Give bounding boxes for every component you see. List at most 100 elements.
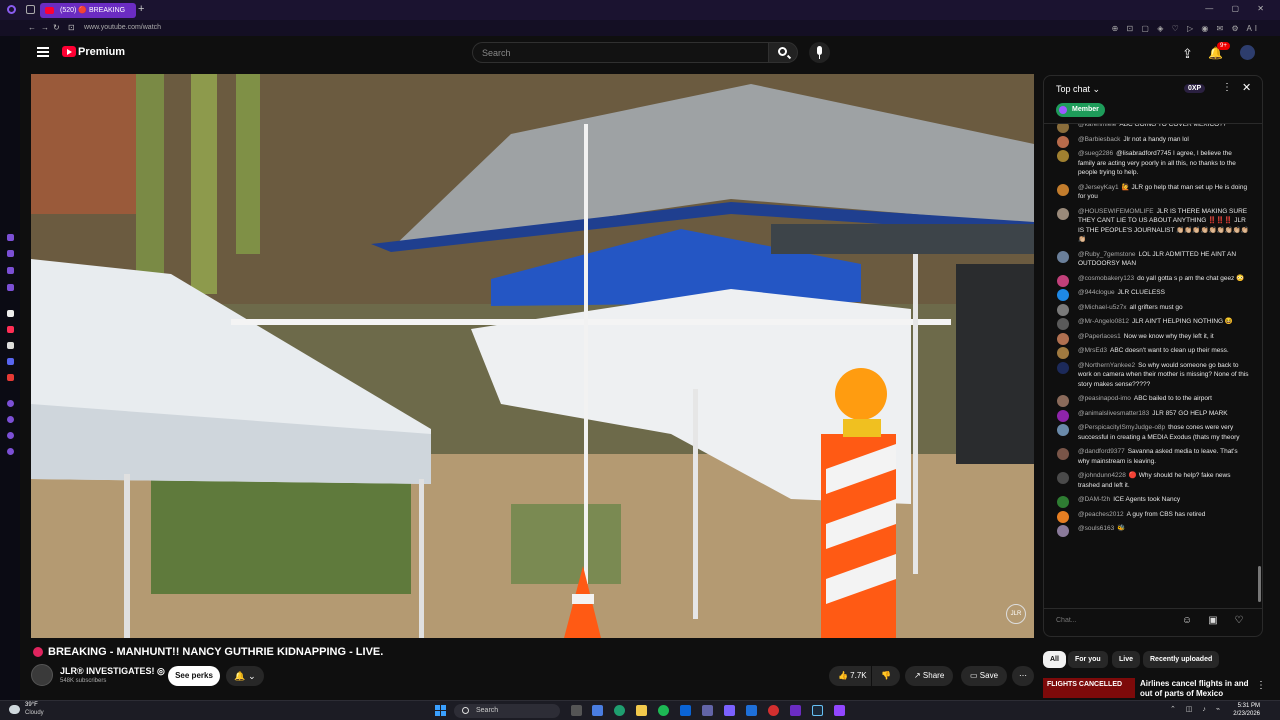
chat-author-name[interactable]: @Ruby_7gemstone <box>1078 251 1136 258</box>
back-icon[interactable]: ← <box>28 23 36 32</box>
chat-author-avatar[interactable] <box>1057 424 1069 436</box>
logo-premium-text[interactable]: Premium <box>78 46 125 58</box>
chat-author-name[interactable]: @animalslivesmatter183 <box>1078 410 1149 417</box>
weather-temperature[interactable]: 39°F <box>25 702 38 708</box>
browser-app-icon[interactable] <box>790 705 801 716</box>
spotify-icon[interactable] <box>658 705 669 716</box>
member-chip[interactable]: Member <box>1056 103 1105 117</box>
chat-message[interactable]: @944clogue JLR CLUELESS <box>1044 286 1258 301</box>
search-input[interactable]: Search <box>472 42 768 63</box>
chat-author-name[interactable]: @Mr-Angelo0812 <box>1078 318 1129 325</box>
rail-discord-icon[interactable] <box>7 358 14 365</box>
chat-author-avatar[interactable] <box>1057 347 1069 359</box>
recommendation-more-button[interactable]: ⋮ <box>1256 680 1266 691</box>
chat-message[interactable]: @dandford9377 Savanna asked media to leav… <box>1044 445 1258 469</box>
rail-clock-icon[interactable] <box>7 416 14 423</box>
youtube-logo-icon[interactable] <box>62 46 76 57</box>
chat-author-avatar[interactable] <box>1057 448 1069 460</box>
chat-message[interactable]: @peaches2012 A guy from CBS has retired <box>1044 508 1258 523</box>
weather-condition[interactable]: Cloudy <box>25 710 44 716</box>
chat-message[interactable]: @PerspicacityISmyJudge-o8p those cones we… <box>1044 421 1258 445</box>
copilot-icon[interactable] <box>592 705 603 716</box>
video-player[interactable]: JLR <box>31 74 1034 638</box>
rail-settings-icon[interactable] <box>7 400 14 407</box>
rail-x-icon[interactable] <box>7 342 14 349</box>
chat-author-name[interactable]: @PerspicacityISmyJudge-o8p <box>1078 424 1165 431</box>
taskbar-search[interactable]: Search <box>454 704 560 718</box>
chat-author-name[interactable]: @souls6163 <box>1078 525 1114 532</box>
chat-author-name[interactable]: @peaches2012 <box>1078 511 1124 518</box>
chat-author-avatar[interactable] <box>1057 332 1069 345</box>
chat-author-avatar[interactable] <box>1057 289 1069 301</box>
recommendation-thumbnail[interactable]: FLIGHTS CANCELLED <box>1043 678 1135 698</box>
channel-watermark[interactable]: JLR <box>1006 604 1026 624</box>
chat-author-name[interactable]: @johndunn4228 <box>1078 472 1126 479</box>
chat-author-avatar[interactable] <box>1057 361 1069 374</box>
site-info-icon[interactable]: ⊡ <box>68 23 75 32</box>
filter-live[interactable]: Live <box>1112 651 1141 668</box>
account-avatar[interactable] <box>1240 45 1255 60</box>
file-explorer-icon[interactable] <box>636 705 647 716</box>
chat-author-avatar[interactable] <box>1057 510 1069 523</box>
app-icon-purple[interactable] <box>724 705 735 716</box>
opera-icon[interactable] <box>768 705 779 716</box>
chat-message[interactable]: @souls6163 🐝 <box>1044 522 1258 537</box>
chat-author-avatar[interactable] <box>1057 207 1069 220</box>
chat-message[interactable]: @animalslivesmatter183 JLR 857 GO HELP MA… <box>1044 407 1258 422</box>
window-controls[interactable]: — ▢ ✕ <box>1205 4 1272 13</box>
rail-notes-icon[interactable] <box>7 250 14 257</box>
share-button[interactable]: ↗ Share <box>905 666 954 686</box>
chat-author-name[interactable]: @HOUSEWIFEMOMLIFE <box>1078 208 1154 215</box>
chat-message[interactable]: @Paperlaces1 Now we know why they left it… <box>1044 330 1258 345</box>
menu-icon[interactable] <box>37 47 49 57</box>
chat-author-name[interactable]: @Barbiesback <box>1078 136 1120 143</box>
chat-input[interactable] <box>1056 617 1176 624</box>
see-perks-button[interactable]: See perks <box>168 666 220 686</box>
tab-youtube-active[interactable]: (520) 🔴 BREAKING <box>40 3 136 18</box>
tab-overview-icon[interactable] <box>26 5 35 14</box>
chat-author-avatar[interactable] <box>1057 409 1069 422</box>
new-tab-button[interactable]: + <box>138 3 144 15</box>
create-icon[interactable]: ⇪ <box>1182 46 1193 62</box>
chat-author-avatar[interactable] <box>1057 250 1069 263</box>
chat-author-name[interactable]: @cosmobakery123 <box>1078 275 1134 282</box>
rail-downloads-icon[interactable] <box>7 267 14 274</box>
forward-icon[interactable]: → <box>41 23 49 32</box>
chat-author-avatar[interactable] <box>1057 274 1069 287</box>
emoji-icon[interactable]: ☺ <box>1180 615 1194 629</box>
chat-author-name[interactable]: @DAM-f2h <box>1078 496 1110 503</box>
chat-author-avatar[interactable] <box>1057 303 1069 316</box>
teams-icon[interactable] <box>702 705 713 716</box>
chat-message[interactable]: @cosmobakery123 do yall gotta s p am the … <box>1044 272 1258 287</box>
filter-recently-uploaded[interactable]: Recently uploaded <box>1143 651 1220 668</box>
chat-message[interactable]: @Barbiesback Jlr not a handy man lol <box>1044 133 1258 148</box>
rail-extensions-icon[interactable] <box>7 432 14 439</box>
heart-icon[interactable]: ♡ <box>1232 615 1246 629</box>
rail-gear-icon[interactable] <box>7 448 14 455</box>
chat-author-name[interactable]: @Paperlaces1 <box>1078 333 1121 340</box>
chat-mode-dropdown[interactable]: Top chat ⌄ <box>1056 84 1100 95</box>
chat-author-name[interactable]: @karenmieie <box>1078 124 1116 128</box>
start-button[interactable] <box>435 705 446 716</box>
chat-close-button[interactable]: ✕ <box>1242 81 1251 94</box>
xp-badge[interactable]: 0XP <box>1184 84 1206 93</box>
extension-icons[interactable]: ⊕ ⊡ ▢ ◈ ♡ ▷ ◉ ✉ ⚙ AI <box>1112 24 1260 33</box>
chat-author-avatar[interactable] <box>1057 150 1069 162</box>
dislike-button[interactable]: 👎 <box>872 666 900 686</box>
store-icon[interactable] <box>746 705 757 716</box>
chat-author-name[interactable]: @MrsEd3 <box>1078 347 1107 354</box>
chat-author-avatar[interactable] <box>1057 395 1069 407</box>
chat-author-avatar[interactable] <box>1057 472 1069 484</box>
chat-message[interactable]: @johndunn4228 🔴 Why should he help? fake … <box>1044 469 1258 493</box>
chat-message-list[interactable]: @karenmieie ABC GOING TO COVER MEXICO?? @B… <box>1044 124 1258 608</box>
chat-author-avatar[interactable] <box>1057 496 1069 508</box>
rail-docs-icon[interactable] <box>7 310 14 317</box>
chat-message[interactable]: @NorthernYankee2 So why would someone go … <box>1044 359 1258 393</box>
chat-message[interactable]: @MrsEd3 ABC doesn't want to clean up thei… <box>1044 344 1258 359</box>
save-button[interactable]: ▭ Save <box>961 666 1008 686</box>
more-actions-button[interactable]: ⋯ <box>1012 666 1034 686</box>
twitch-icon[interactable] <box>834 705 845 716</box>
voice-search-icon[interactable] <box>809 42 830 63</box>
filter-for-you[interactable]: For you <box>1068 651 1108 668</box>
chat-author-name[interactable]: @peasinapod-imo <box>1078 395 1131 402</box>
